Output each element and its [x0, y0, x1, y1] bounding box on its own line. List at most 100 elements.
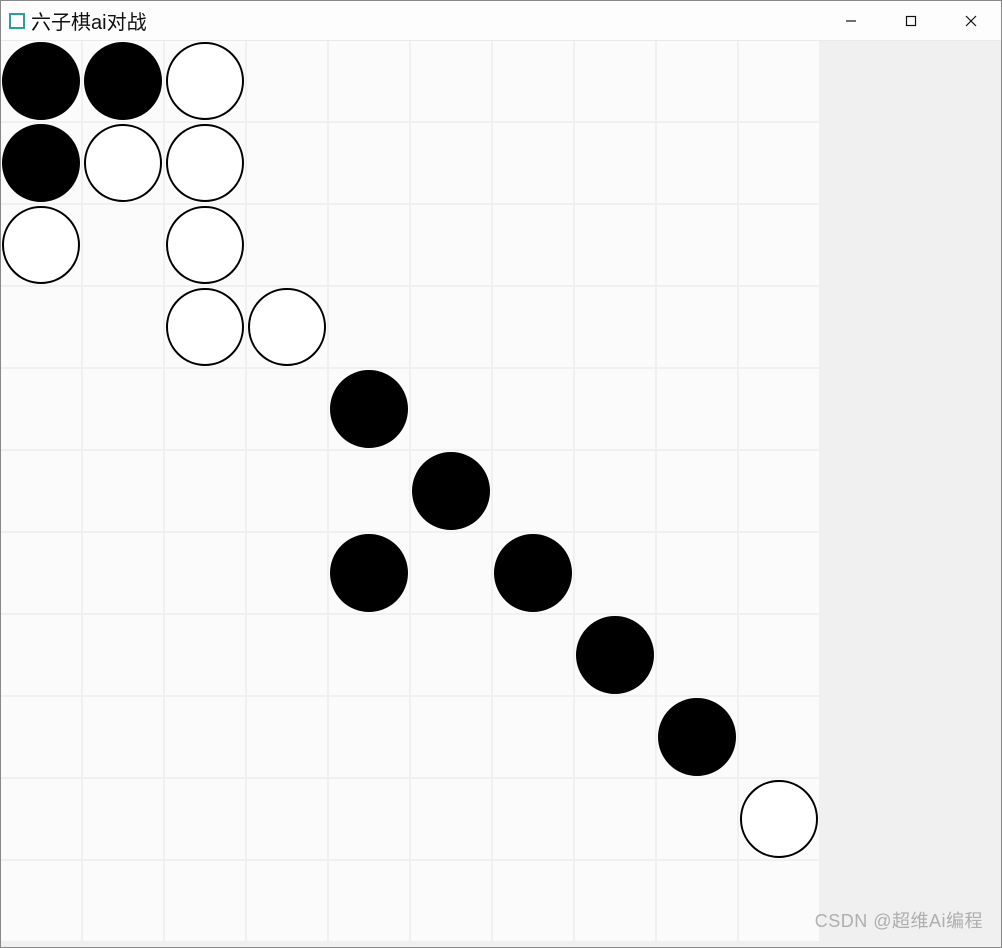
board-cell[interactable]	[657, 861, 737, 941]
board-cell[interactable]	[739, 533, 819, 613]
board-cell[interactable]	[657, 287, 737, 367]
minimize-button[interactable]	[821, 1, 881, 40]
board-cell[interactable]	[329, 287, 409, 367]
board-cell[interactable]	[83, 533, 163, 613]
board-cell[interactable]	[575, 861, 655, 941]
board-cell[interactable]	[411, 533, 491, 613]
board-cell[interactable]	[411, 123, 491, 203]
board-cell[interactable]	[739, 205, 819, 285]
board-cell[interactable]	[411, 369, 491, 449]
board-cell[interactable]	[411, 287, 491, 367]
board-cell[interactable]	[411, 779, 491, 859]
board-cell[interactable]	[575, 615, 655, 695]
board-cell[interactable]	[247, 451, 327, 531]
board-cell[interactable]	[411, 451, 491, 531]
board-cell[interactable]	[493, 779, 573, 859]
board-cell[interactable]	[329, 369, 409, 449]
board-cell[interactable]	[411, 697, 491, 777]
board-cell[interactable]	[493, 533, 573, 613]
board-cell[interactable]	[739, 697, 819, 777]
board-cell[interactable]	[83, 861, 163, 941]
board-cell[interactable]	[329, 123, 409, 203]
board-cell[interactable]	[739, 369, 819, 449]
board-cell[interactable]	[1, 369, 81, 449]
board-cell[interactable]	[1, 533, 81, 613]
board-cell[interactable]	[83, 205, 163, 285]
board-cell[interactable]	[739, 861, 819, 941]
board-cell[interactable]	[739, 41, 819, 121]
board-cell[interactable]	[493, 369, 573, 449]
board-cell[interactable]	[657, 615, 737, 695]
board-cell[interactable]	[165, 779, 245, 859]
board-cell[interactable]	[575, 779, 655, 859]
board-cell[interactable]	[329, 697, 409, 777]
board-cell[interactable]	[739, 779, 819, 859]
board-cell[interactable]	[657, 369, 737, 449]
board-cell[interactable]	[493, 861, 573, 941]
board-cell[interactable]	[247, 41, 327, 121]
board-cell[interactable]	[247, 287, 327, 367]
board-cell[interactable]	[493, 287, 573, 367]
board-cell[interactable]	[1, 287, 81, 367]
board-cell[interactable]	[493, 451, 573, 531]
board-cell[interactable]	[411, 861, 491, 941]
board-cell[interactable]	[247, 697, 327, 777]
board-cell[interactable]	[329, 41, 409, 121]
board-cell[interactable]	[493, 697, 573, 777]
game-board[interactable]	[1, 41, 819, 941]
board-cell[interactable]	[165, 861, 245, 941]
titlebar[interactable]: 六子棋ai对战	[1, 1, 1001, 41]
board-cell[interactable]	[1, 779, 81, 859]
board-cell[interactable]	[657, 533, 737, 613]
board-cell[interactable]	[329, 861, 409, 941]
board-cell[interactable]	[657, 205, 737, 285]
board-cell[interactable]	[165, 287, 245, 367]
board-cell[interactable]	[83, 779, 163, 859]
board-cell[interactable]	[1, 615, 81, 695]
board-cell[interactable]	[657, 451, 737, 531]
board-cell[interactable]	[739, 615, 819, 695]
board-cell[interactable]	[247, 861, 327, 941]
close-button[interactable]	[941, 1, 1001, 40]
board-cell[interactable]	[575, 369, 655, 449]
board-cell[interactable]	[493, 615, 573, 695]
board-cell[interactable]	[575, 533, 655, 613]
board-cell[interactable]	[657, 41, 737, 121]
board-cell[interactable]	[83, 615, 163, 695]
board-cell[interactable]	[83, 41, 163, 121]
board-cell[interactable]	[1, 41, 81, 121]
board-cell[interactable]	[83, 697, 163, 777]
board-cell[interactable]	[1, 123, 81, 203]
board-cell[interactable]	[165, 123, 245, 203]
board-cell[interactable]	[657, 123, 737, 203]
board-cell[interactable]	[1, 451, 81, 531]
board-cell[interactable]	[1, 697, 81, 777]
board-cell[interactable]	[575, 41, 655, 121]
board-cell[interactable]	[165, 205, 245, 285]
board-cell[interactable]	[165, 369, 245, 449]
board-cell[interactable]	[575, 123, 655, 203]
board-cell[interactable]	[575, 287, 655, 367]
board-cell[interactable]	[329, 451, 409, 531]
board-cell[interactable]	[329, 533, 409, 613]
board-cell[interactable]	[739, 287, 819, 367]
board-cell[interactable]	[1, 205, 81, 285]
board-cell[interactable]	[329, 615, 409, 695]
board-cell[interactable]	[739, 123, 819, 203]
board-cell[interactable]	[165, 697, 245, 777]
board-cell[interactable]	[329, 205, 409, 285]
board-cell[interactable]	[739, 451, 819, 531]
board-cell[interactable]	[165, 615, 245, 695]
maximize-button[interactable]	[881, 1, 941, 40]
board-cell[interactable]	[575, 697, 655, 777]
board-cell[interactable]	[493, 123, 573, 203]
board-cell[interactable]	[165, 41, 245, 121]
board-cell[interactable]	[247, 123, 327, 203]
board-cell[interactable]	[1, 861, 81, 941]
board-cell[interactable]	[493, 41, 573, 121]
board-cell[interactable]	[247, 369, 327, 449]
board-cell[interactable]	[657, 779, 737, 859]
board-cell[interactable]	[575, 205, 655, 285]
board-cell[interactable]	[83, 369, 163, 449]
board-cell[interactable]	[247, 779, 327, 859]
